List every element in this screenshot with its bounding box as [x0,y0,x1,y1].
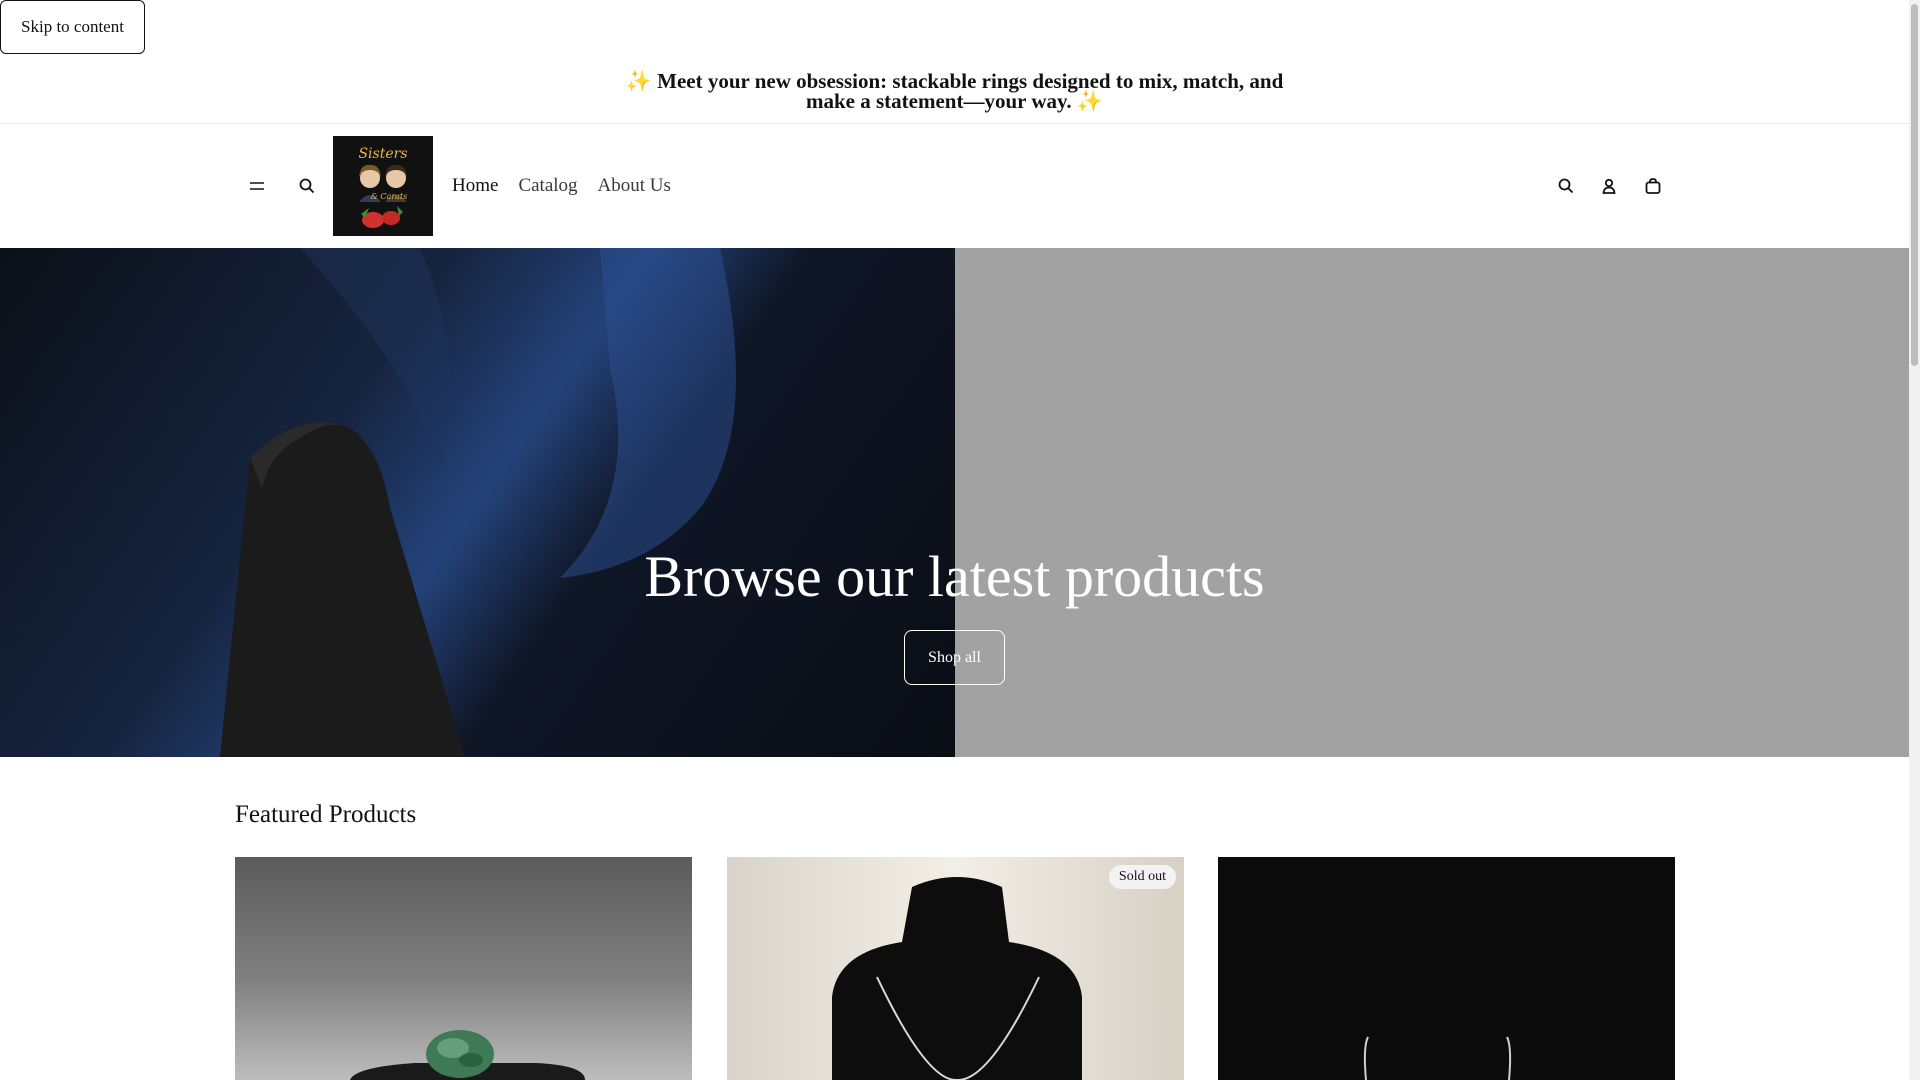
search-icon [299,178,315,194]
main-navigation: Home Catalog About Us [452,124,671,248]
cart-icon [1645,178,1661,194]
hero-title: Browse our latest products [644,544,1265,609]
featured-products-title: Featured Products [235,801,417,828]
menu-icon [250,182,264,190]
announcement-text: ✨ Meet your new obsession: stackable rin… [625,69,1284,113]
hero-content: Browse our latest products Shop all [0,248,1909,757]
account-button[interactable] [1587,164,1631,208]
product-card[interactable]: Sold out [727,857,1184,1080]
product-image-necklace [832,877,1082,1080]
scrollbar[interactable] [1909,0,1920,1080]
announcement-bar: ✨ Meet your new obsession: stackable rin… [0,0,1909,124]
nav-link-catalog[interactable]: Catalog [518,175,577,197]
nav-link-home[interactable]: Home [452,175,498,197]
menu-button[interactable] [235,164,279,208]
store-logo[interactable]: Sisters & Carats [333,136,433,236]
product-card[interactable] [235,857,692,1080]
hero-banner: Browse our latest products Shop all [0,248,1909,757]
nav-link-about-us[interactable]: About Us [598,175,671,197]
product-image-earrings [1363,1036,1512,1080]
svg-text:& Carats: & Carats [371,192,407,201]
account-icon [1602,178,1616,194]
product-image-ring [350,1030,585,1080]
skip-to-content-link[interactable]: Skip to content [0,0,145,54]
scrollbar-thumb[interactable] [1911,4,1918,366]
shop-all-button[interactable]: Shop all [904,630,1005,685]
product-card[interactable] [1218,857,1675,1080]
site-header: Sisters & Carats Home Catalog About Us [0,124,1909,248]
search-button-left[interactable] [285,164,329,208]
search-button[interactable] [1544,164,1588,208]
search-icon [1558,178,1574,194]
cart-button[interactable] [1631,164,1675,208]
logo-graphic: Sisters & Carats [333,136,433,236]
sold-out-badge: Sold out [1108,865,1176,889]
svg-text:Sisters: Sisters [358,146,407,162]
